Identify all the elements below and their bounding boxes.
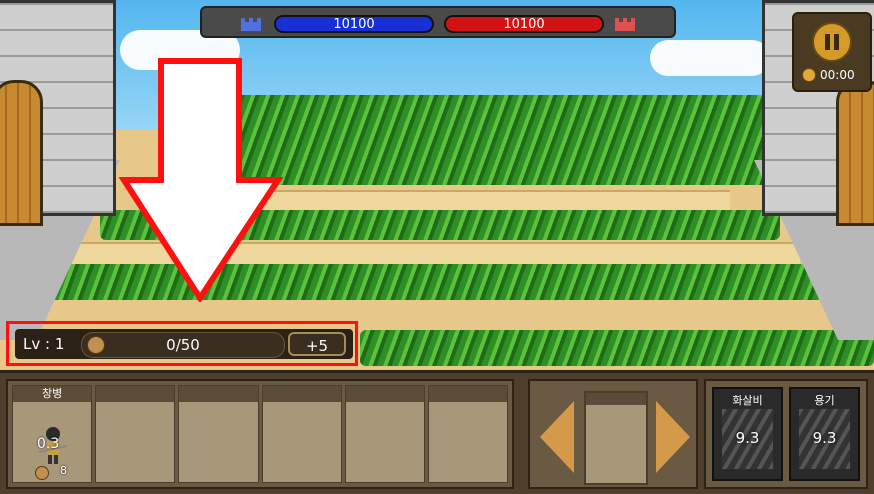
unit-name	[96, 386, 175, 402]
ally-castle-gate	[0, 80, 43, 226]
enemy-castle-gate	[836, 80, 874, 226]
exp-bar: 0/50	[81, 332, 285, 358]
unit-name	[428, 386, 508, 402]
unit-name	[262, 386, 341, 402]
skill-name: 용기	[814, 394, 835, 407]
grass-front	[360, 330, 874, 366]
down-arrow-annotation	[118, 58, 284, 302]
unit-slots: 창병 0.3 8	[6, 379, 514, 489]
unit-slot-empty[interactable]	[178, 385, 259, 483]
level-bar: Lv : 1 0/50 +5	[15, 329, 353, 359]
skill-slots: 화살비 9.3 용기 9.3	[704, 379, 868, 489]
skill-arrow-rain[interactable]: 화살비 9.3	[712, 387, 783, 481]
unit-cost: 8	[60, 464, 67, 477]
level-highlight-box: Lv : 1 0/50 +5	[6, 321, 358, 366]
unit-slot-empty[interactable]	[344, 385, 425, 483]
unit-slot-empty[interactable]	[261, 385, 342, 483]
game-timer: 00:00	[802, 68, 855, 82]
pause-panel: 00:00	[792, 12, 872, 92]
unit-slot-empty[interactable]	[95, 385, 176, 483]
level-up-button[interactable]: +5	[288, 332, 346, 356]
castle-hp-bar: 10100 10100	[200, 6, 676, 38]
skill-cooldown: 9.3	[735, 429, 760, 447]
exp-text: 0/50	[166, 336, 200, 354]
unit-slot-spearman[interactable]: 창병 0.3 8	[12, 385, 93, 483]
level-label: Lv : 1	[23, 335, 65, 353]
nav-slot	[584, 391, 648, 485]
pause-icon[interactable]	[812, 22, 852, 62]
coin-icon	[35, 466, 49, 480]
unit-name: 창병	[13, 386, 92, 402]
timer-text: 00:00	[820, 68, 855, 82]
unit-cooldown: 0.3	[37, 436, 60, 452]
page-prev-icon[interactable]	[540, 401, 574, 473]
coin-icon	[802, 68, 816, 82]
page-nav	[528, 379, 698, 489]
skill-cooldown: 9.3	[812, 429, 837, 447]
unit-slot-empty[interactable]	[427, 385, 509, 483]
unit-name	[345, 386, 424, 402]
ally-castle-icon	[241, 18, 261, 31]
skill-courage[interactable]: 용기 9.3	[789, 387, 860, 481]
skill-name: 화살비	[732, 394, 763, 407]
unit-name	[179, 386, 258, 402]
grass-back	[230, 95, 770, 185]
enemy-hp: 10100	[444, 15, 604, 33]
ally-hp: 10100	[274, 15, 434, 33]
enemy-castle-icon	[615, 18, 635, 31]
bottom-panel: 창병 0.3 8 화살비 9.3 용기 9.3	[0, 370, 874, 494]
cloud	[650, 40, 770, 76]
page-next-icon[interactable]	[656, 401, 690, 473]
